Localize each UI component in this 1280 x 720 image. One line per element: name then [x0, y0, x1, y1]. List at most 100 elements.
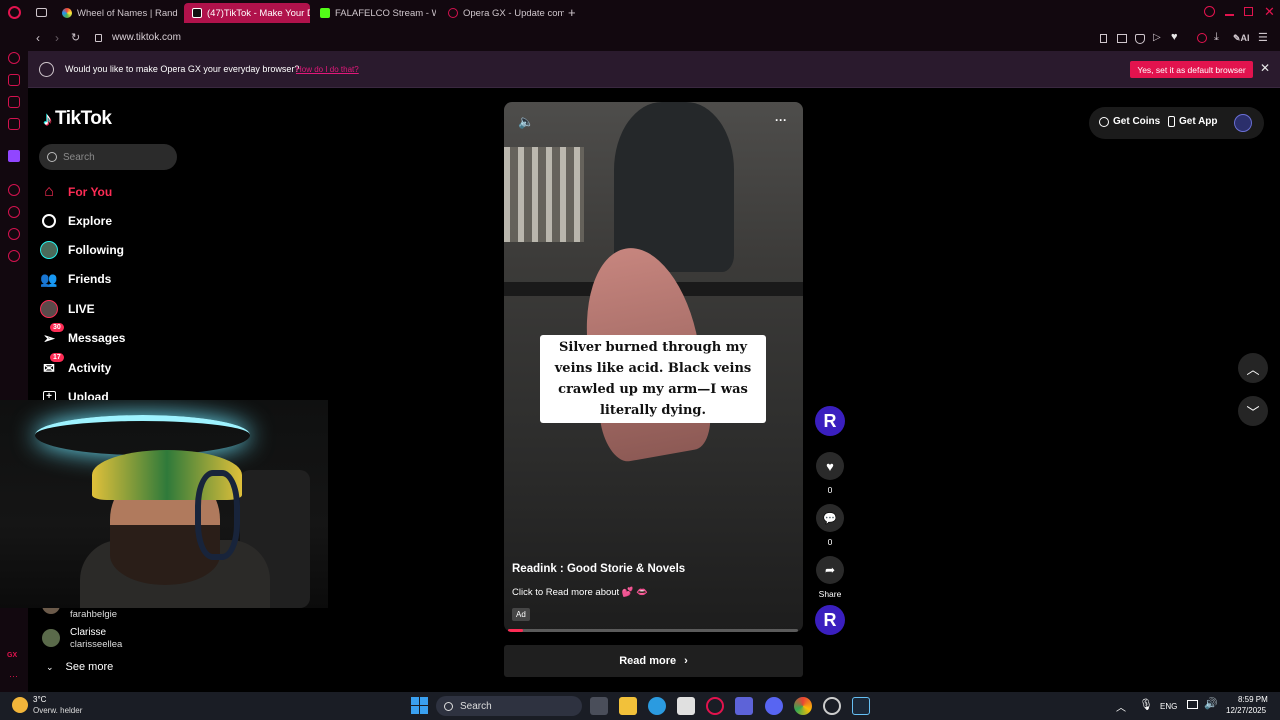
- live-icon: [40, 300, 58, 318]
- search-tabs-icon[interactable]: [1204, 6, 1215, 17]
- music-disc-avatar[interactable]: R: [815, 605, 845, 635]
- gx-player-icon[interactable]: [8, 96, 20, 108]
- weather-temp: 3°C: [33, 695, 47, 704]
- following-account[interactable]: Clarisse clarisseellea: [40, 627, 160, 653]
- phone-icon: [1168, 116, 1175, 127]
- comment-count: 0: [827, 537, 833, 547]
- ad-description: Click to Read more about 💕 👄: [512, 587, 649, 598]
- see-more-button[interactable]: ⌄ See more: [46, 661, 113, 673]
- browser-tab-bar: Wheel of Names | Random (47)TikTok - Mak…: [0, 0, 1280, 26]
- share-button[interactable]: ➦ Share: [815, 556, 845, 599]
- close-window-icon[interactable]: ✕: [1264, 4, 1275, 20]
- tab-menu-icon[interactable]: [36, 8, 47, 17]
- display-icon[interactable]: [1187, 700, 1198, 709]
- settings-icon[interactable]: [8, 250, 20, 262]
- task-view-icon[interactable]: [590, 697, 608, 715]
- video-frame-fence: [504, 147, 584, 242]
- nav-following[interactable]: Following: [40, 238, 124, 262]
- language-indicator[interactable]: ENG: [1160, 702, 1177, 711]
- tab-wheel-of-names[interactable]: Wheel of Names | Random: [54, 3, 178, 23]
- nav-live[interactable]: LIVE: [40, 297, 95, 321]
- snapshot-icon[interactable]: [1117, 34, 1127, 43]
- profile-avatar[interactable]: [1234, 114, 1252, 132]
- ai-button[interactable]: ✎AI: [1233, 33, 1250, 44]
- tray-chevron-icon[interactable]: ︿: [1116, 699, 1126, 714]
- nav-for-you[interactable]: ⌂ For You: [40, 180, 112, 204]
- tab-tiktok[interactable]: (47)TikTok - Make Your Day: [184, 3, 310, 23]
- how-to-link[interactable]: How do I do that?: [296, 65, 359, 74]
- ad-account-name[interactable]: Readink : Good Storie & Novels: [512, 563, 685, 575]
- file-explorer-icon[interactable]: [619, 697, 637, 715]
- like-count: 0: [827, 485, 833, 495]
- player-icon[interactable]: ▷: [1153, 32, 1161, 43]
- clock-date[interactable]: 12/27/2025: [1226, 706, 1266, 715]
- profile-icon[interactable]: [1197, 33, 1207, 43]
- taskbar-search[interactable]: Search: [436, 696, 582, 716]
- video-player[interactable]: 🔈 ··· Silver burned through my veins lik…: [504, 102, 803, 632]
- history-icon[interactable]: [8, 206, 20, 218]
- volume-icon[interactable]: 🔊: [1204, 697, 1218, 710]
- steam-icon[interactable]: [852, 697, 870, 715]
- menu-icon[interactable]: ☰: [1258, 31, 1268, 44]
- minimize-icon[interactable]: [1225, 14, 1234, 16]
- tab-falafelco-stream[interactable]: FALAFELCO Stream - Wat: [312, 3, 436, 23]
- whatsapp-icon[interactable]: [8, 184, 20, 196]
- chat-icon[interactable]: [8, 228, 20, 240]
- edge-icon[interactable]: [648, 697, 666, 715]
- clock-time[interactable]: 8:59 PM: [1238, 695, 1268, 704]
- app-icon[interactable]: [823, 697, 841, 715]
- tab-opera-gx-update[interactable]: Opera GX - Update comp: [440, 3, 564, 23]
- lock-icon: [95, 34, 102, 42]
- back-icon[interactable]: ‹: [36, 31, 40, 45]
- gx-corner-icon[interactable]: [8, 74, 20, 86]
- opera-gx-taskbar-icon[interactable]: [706, 697, 724, 715]
- twitch-icon[interactable]: [8, 150, 20, 162]
- new-tab-button[interactable]: +: [568, 5, 576, 20]
- get-app-button[interactable]: Get App: [1168, 116, 1218, 127]
- share-icon: ➦: [824, 563, 836, 577]
- gx-control-icon[interactable]: [8, 52, 20, 64]
- get-coins-button[interactable]: Get Coins: [1099, 116, 1160, 127]
- opera-logo-icon[interactable]: [8, 6, 21, 19]
- tiktok-logo[interactable]: ♪ TikTok: [43, 108, 112, 130]
- forward-icon[interactable]: ›: [55, 31, 59, 45]
- tab-title: (47)TikTok - Make Your Day: [207, 7, 310, 19]
- nav-friends[interactable]: 👥 Friends: [40, 267, 111, 291]
- search-input[interactable]: Search: [39, 144, 177, 170]
- video-progress-bar[interactable]: [508, 629, 798, 632]
- creator-avatar[interactable]: R: [815, 406, 845, 436]
- more-options-icon[interactable]: ···: [775, 113, 787, 127]
- store-icon[interactable]: [677, 697, 695, 715]
- gx-logo-icon[interactable]: GX: [7, 652, 17, 659]
- download-icon[interactable]: ⤓: [1214, 31, 1219, 44]
- url-field[interactable]: www.tiktok.com: [112, 32, 181, 43]
- start-button[interactable]: [411, 697, 428, 714]
- more-icon[interactable]: ···: [9, 671, 18, 681]
- next-video-button[interactable]: ﹀: [1238, 396, 1268, 426]
- chrome-icon[interactable]: [794, 697, 812, 715]
- restore-icon[interactable]: [1244, 7, 1253, 16]
- reload-icon[interactable]: ↻: [71, 31, 80, 44]
- close-infobar-icon[interactable]: ✕: [1260, 61, 1270, 75]
- shield-icon[interactable]: [1135, 34, 1145, 44]
- app-icon[interactable]: [735, 697, 753, 715]
- nav-activity[interactable]: ✉ 17 Activity: [40, 353, 111, 380]
- instagram-icon[interactable]: [8, 118, 20, 130]
- like-button[interactable]: ♥ 0: [815, 452, 845, 495]
- bookmark-icon[interactable]: [1100, 34, 1107, 43]
- discord-icon[interactable]: [765, 697, 783, 715]
- nav-messages[interactable]: ➢ 30 Messages: [40, 323, 125, 350]
- volume-icon[interactable]: 🔈: [518, 114, 534, 130]
- opera-info-icon: [39, 62, 54, 77]
- weather-icon[interactable]: [12, 697, 28, 713]
- microphone-icon[interactable]: 🎙: [1139, 698, 1153, 711]
- read-more-button[interactable]: Read more ›: [504, 645, 803, 677]
- progress-fill: [508, 629, 523, 632]
- opera-favicon-icon: [448, 8, 458, 18]
- nav-explore[interactable]: Explore: [40, 209, 112, 233]
- comment-button[interactable]: 💬 0: [815, 504, 845, 547]
- search-icon: [444, 701, 453, 711]
- heart-icon[interactable]: ♥: [1171, 31, 1178, 43]
- previous-video-button[interactable]: ︿: [1238, 353, 1268, 383]
- set-default-button[interactable]: Yes, set it as default browser: [1130, 61, 1253, 78]
